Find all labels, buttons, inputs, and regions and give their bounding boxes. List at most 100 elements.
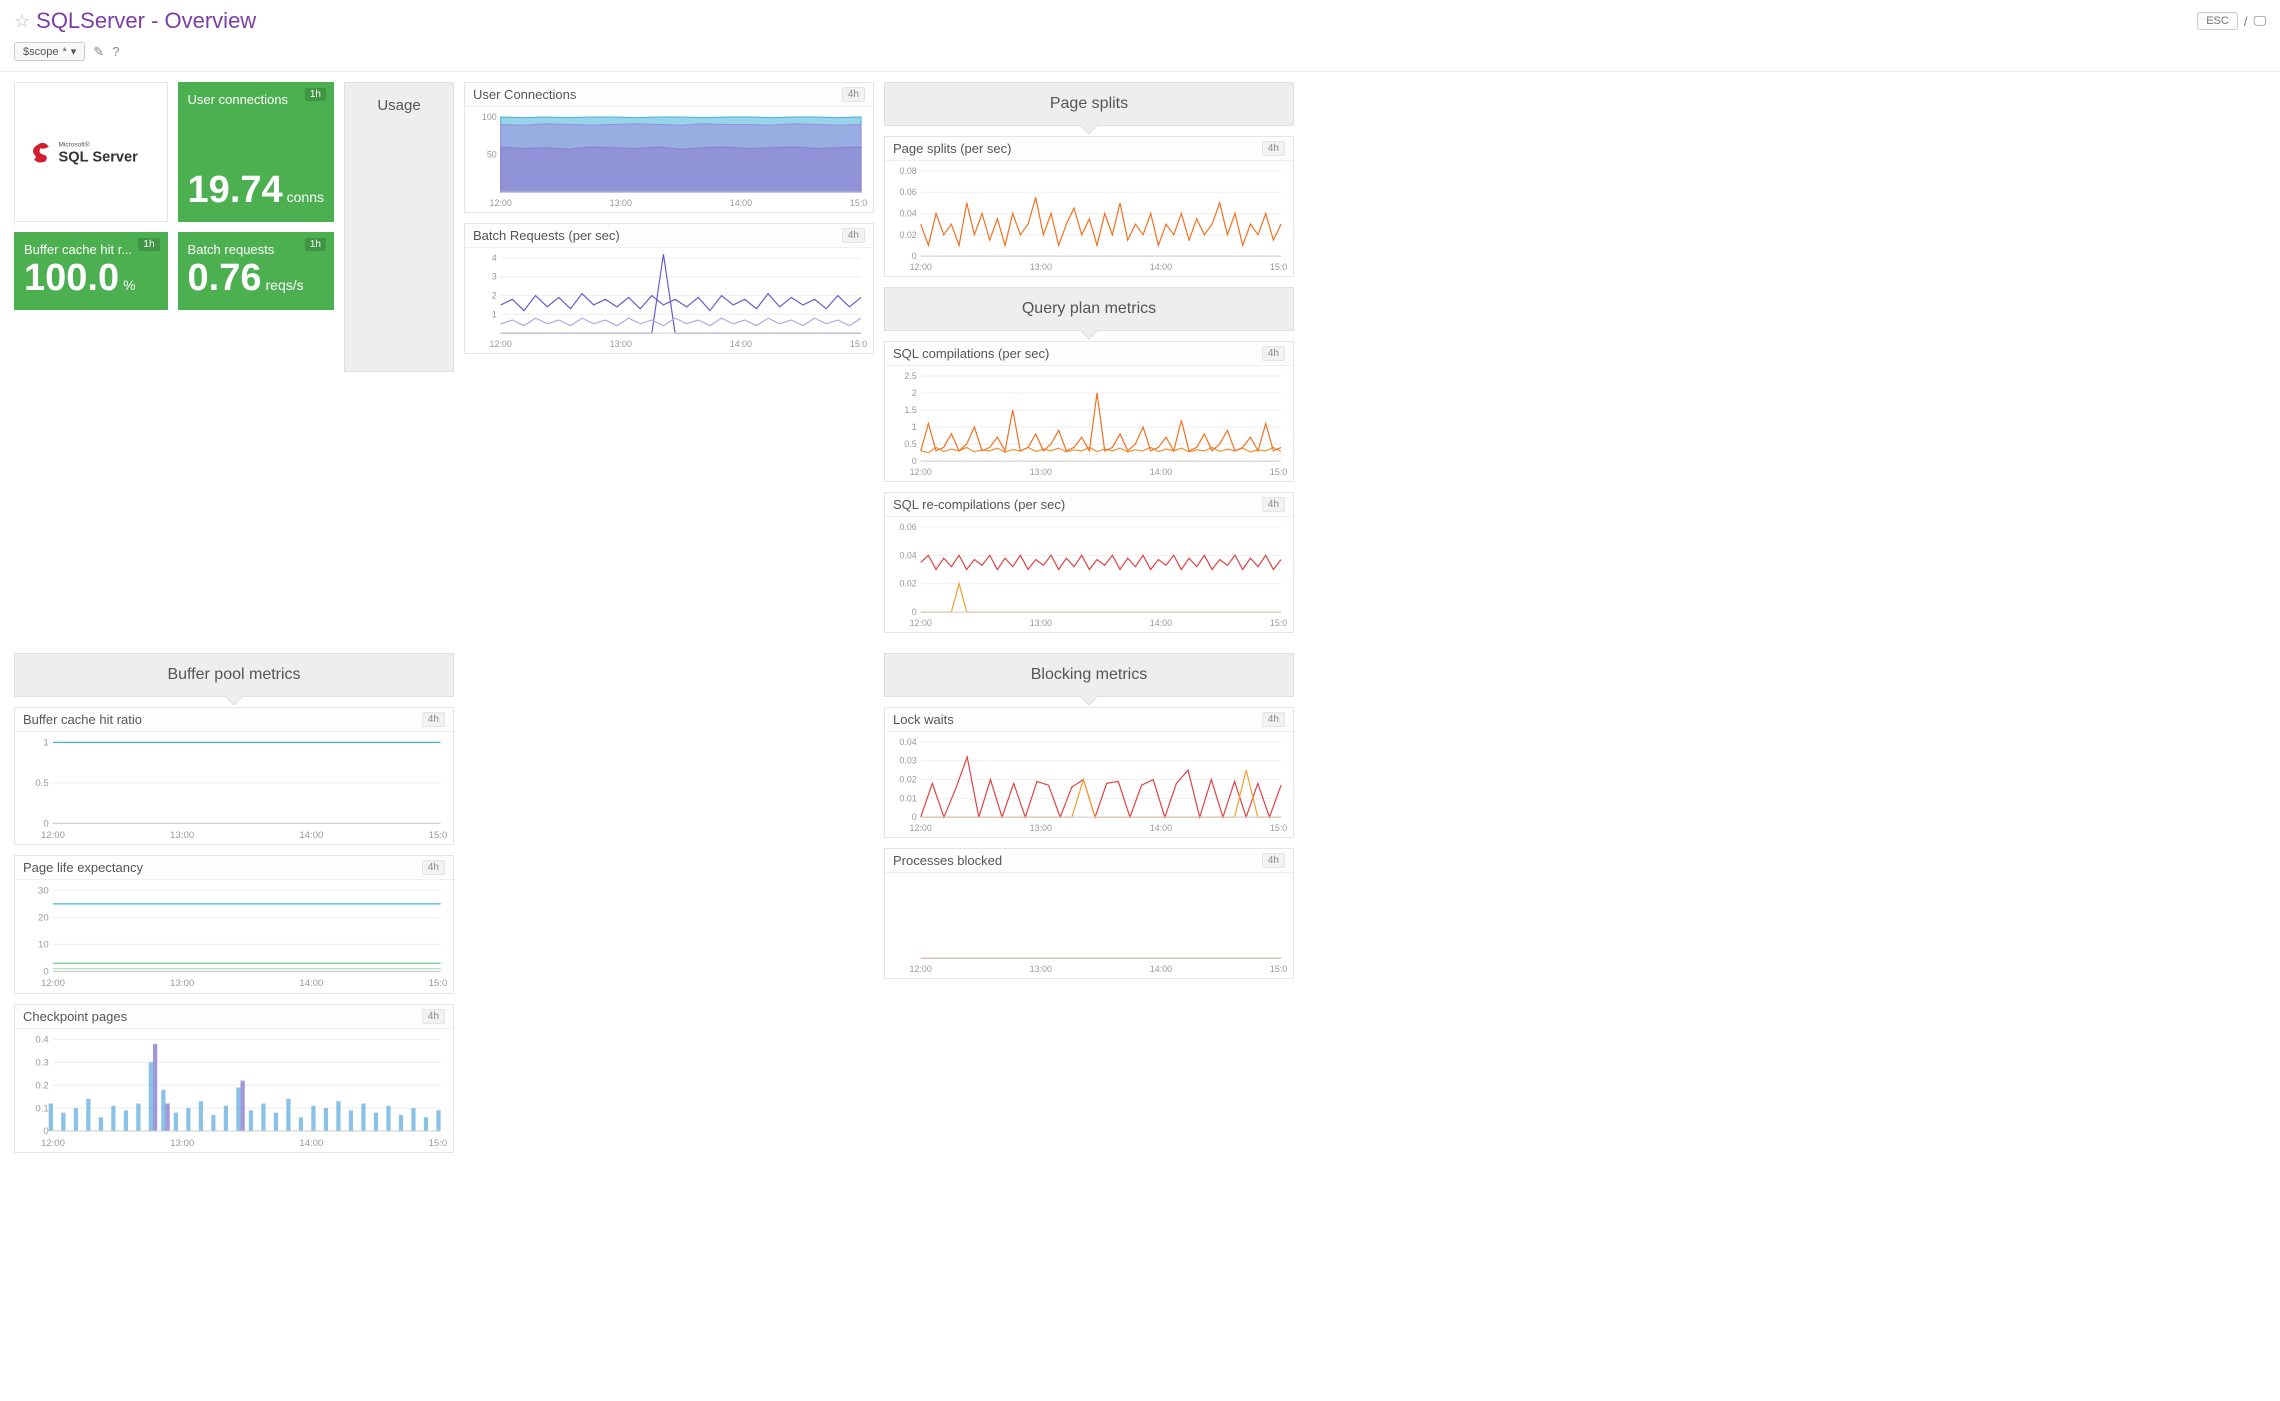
svg-text:14:00: 14:00 bbox=[730, 339, 752, 349]
svg-text:0.06: 0.06 bbox=[899, 522, 916, 532]
svg-text:15:00: 15:00 bbox=[1270, 618, 1287, 628]
svg-text:0: 0 bbox=[43, 967, 48, 978]
esc-button[interactable]: ESC bbox=[2197, 12, 2238, 30]
svg-text:12:00: 12:00 bbox=[490, 198, 512, 208]
svg-text:13:00: 13:00 bbox=[610, 339, 632, 349]
svg-text:0: 0 bbox=[912, 456, 917, 466]
svg-text:0.5: 0.5 bbox=[35, 778, 48, 789]
svg-text:15:00: 15:00 bbox=[429, 978, 447, 989]
svg-text:10: 10 bbox=[38, 940, 49, 951]
svg-text:0.08: 0.08 bbox=[899, 166, 916, 176]
svg-text:Microsoft®: Microsoft® bbox=[58, 140, 89, 148]
svg-text:20: 20 bbox=[38, 913, 49, 924]
chevron-down-icon: ▾ bbox=[71, 45, 77, 58]
panel-buffer-cache-hit[interactable]: Buffer cache hit ratio 4h 00.5112:0013:0… bbox=[14, 707, 454, 846]
panel-processes-blocked[interactable]: Processes blocked 4h 12:0013:0014:0015:0… bbox=[884, 848, 1294, 979]
svg-text:0.06: 0.06 bbox=[899, 187, 916, 197]
svg-text:13:00: 13:00 bbox=[170, 830, 194, 841]
page-title: SQLServer - Overview bbox=[36, 8, 256, 34]
tile-buffer-cache-hit[interactable]: 1h Buffer cache hit r... 100.0% bbox=[14, 232, 168, 310]
panel-checkpoint-pages[interactable]: Checkpoint pages 4h 00.10.20.30.412:0013… bbox=[14, 1004, 454, 1153]
panel-lock-waits[interactable]: Lock waits 4h 00.010.020.030.0412:0013:0… bbox=[884, 707, 1294, 838]
svg-text:12:00: 12:00 bbox=[41, 1138, 65, 1149]
svg-text:14:00: 14:00 bbox=[299, 1138, 323, 1149]
svg-text:0.04: 0.04 bbox=[899, 208, 916, 218]
star-icon[interactable]: ☆ bbox=[14, 11, 30, 32]
svg-text:13:00: 13:00 bbox=[170, 978, 194, 989]
svg-text:12:00: 12:00 bbox=[910, 618, 932, 628]
svg-text:2: 2 bbox=[492, 291, 497, 301]
panel-sql-recompilations[interactable]: SQL re-compilations (per sec) 4h 00.020.… bbox=[884, 492, 1294, 633]
section-blocking: Blocking metrics bbox=[884, 653, 1294, 697]
section-query-plan: Query plan metrics bbox=[884, 287, 1294, 331]
scope-selector[interactable]: $scope * ▾ bbox=[14, 42, 85, 61]
panel-page-splits[interactable]: Page splits (per sec) 4h 00.020.040.060.… bbox=[884, 136, 1294, 277]
panel-user-connections[interactable]: User Connections 4h 5010012:0013:0014:00… bbox=[464, 82, 874, 213]
svg-text:4: 4 bbox=[492, 253, 497, 263]
svg-text:14:00: 14:00 bbox=[1150, 618, 1172, 628]
svg-text:13:00: 13:00 bbox=[1030, 618, 1052, 628]
usage-section: Usage bbox=[344, 82, 454, 372]
scope-label: $scope bbox=[23, 46, 58, 58]
svg-text:13:00: 13:00 bbox=[610, 198, 632, 208]
svg-text:12:00: 12:00 bbox=[41, 830, 65, 841]
svg-text:0.04: 0.04 bbox=[899, 737, 916, 747]
svg-text:0.04: 0.04 bbox=[899, 550, 916, 560]
svg-text:13:00: 13:00 bbox=[1030, 964, 1052, 974]
svg-text:15:00: 15:00 bbox=[429, 830, 447, 841]
section-buffer-pool: Buffer pool metrics bbox=[14, 653, 454, 697]
svg-text:1: 1 bbox=[492, 309, 497, 319]
svg-text:12:00: 12:00 bbox=[910, 467, 932, 477]
svg-text:0: 0 bbox=[912, 251, 917, 261]
svg-text:12:00: 12:00 bbox=[910, 262, 932, 272]
svg-text:12:00: 12:00 bbox=[910, 823, 932, 833]
svg-text:15:00: 15:00 bbox=[1270, 262, 1287, 272]
panel-page-life[interactable]: Page life expectancy 4h 010203012:0013:0… bbox=[14, 855, 454, 994]
svg-text:0: 0 bbox=[43, 1126, 48, 1137]
sqlserver-logo-tile: Microsoft® SQL Server bbox=[14, 82, 168, 222]
svg-text:15:00: 15:00 bbox=[850, 339, 867, 349]
svg-text:0: 0 bbox=[912, 607, 917, 617]
svg-text:0: 0 bbox=[43, 818, 48, 829]
svg-text:0.4: 0.4 bbox=[35, 1034, 49, 1045]
svg-text:0.03: 0.03 bbox=[899, 755, 916, 765]
tile-user-connections[interactable]: 1h User connections 19.74conns bbox=[178, 82, 334, 222]
svg-text:14:00: 14:00 bbox=[1150, 262, 1172, 272]
svg-text:14:00: 14:00 bbox=[299, 830, 323, 841]
svg-text:15:00: 15:00 bbox=[1270, 964, 1287, 974]
help-icon[interactable]: ? bbox=[112, 44, 119, 59]
svg-text:15:00: 15:00 bbox=[1270, 467, 1287, 477]
svg-text:30: 30 bbox=[38, 886, 49, 897]
svg-text:12:00: 12:00 bbox=[910, 964, 932, 974]
svg-text:0.3: 0.3 bbox=[35, 1057, 48, 1068]
svg-text:0.2: 0.2 bbox=[35, 1080, 48, 1091]
svg-text:15:00: 15:00 bbox=[429, 1138, 447, 1149]
svg-text:15:00: 15:00 bbox=[850, 198, 867, 208]
svg-text:14:00: 14:00 bbox=[1150, 467, 1172, 477]
pencil-icon[interactable]: ✎ bbox=[93, 44, 104, 60]
svg-text:SQL Server: SQL Server bbox=[58, 149, 138, 165]
svg-text:13:00: 13:00 bbox=[1030, 823, 1052, 833]
tile-batch-requests[interactable]: 1h Batch requests 0.76reqs/s bbox=[178, 232, 334, 310]
panel-batch-requests[interactable]: Batch Requests (per sec) 4h 123412:0013:… bbox=[464, 223, 874, 354]
svg-text:50: 50 bbox=[487, 150, 497, 160]
svg-text:2: 2 bbox=[912, 388, 917, 398]
svg-text:0.02: 0.02 bbox=[899, 578, 916, 588]
scope-value: * bbox=[62, 46, 66, 58]
svg-text:0.02: 0.02 bbox=[899, 230, 916, 240]
svg-text:0.1: 0.1 bbox=[35, 1103, 48, 1114]
svg-text:14:00: 14:00 bbox=[730, 198, 752, 208]
panel-sql-compilations[interactable]: SQL compilations (per sec) 4h 00.511.522… bbox=[884, 341, 1294, 482]
svg-text:12:00: 12:00 bbox=[41, 978, 65, 989]
svg-text:15:00: 15:00 bbox=[1270, 823, 1287, 833]
slash-icon: / bbox=[2244, 14, 2248, 29]
monitor-icon[interactable]: 🖵 bbox=[2253, 13, 2266, 29]
svg-text:2.5: 2.5 bbox=[904, 371, 916, 381]
svg-text:12:00: 12:00 bbox=[490, 339, 512, 349]
svg-text:3: 3 bbox=[492, 272, 497, 282]
svg-text:14:00: 14:00 bbox=[299, 978, 323, 989]
svg-text:14:00: 14:00 bbox=[1150, 964, 1172, 974]
svg-text:14:00: 14:00 bbox=[1150, 823, 1172, 833]
section-page-splits: Page splits bbox=[884, 82, 1294, 126]
svg-text:0: 0 bbox=[912, 812, 917, 822]
